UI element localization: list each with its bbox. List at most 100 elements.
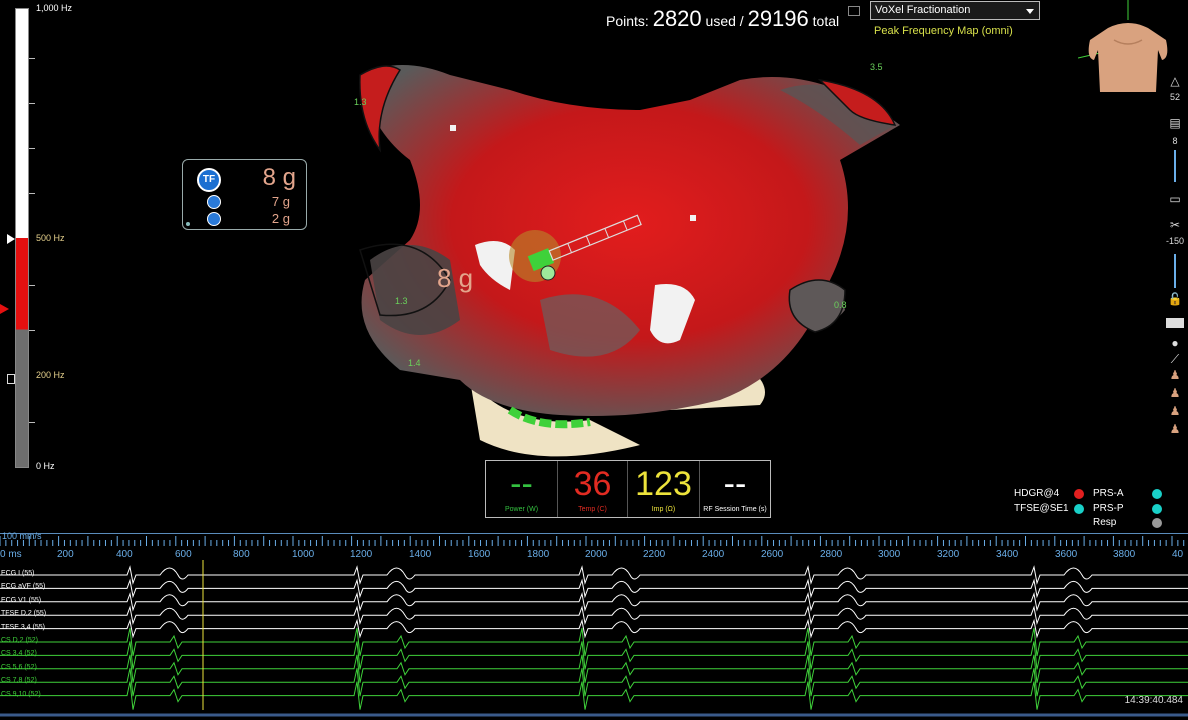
- toolbar-value-low: -150: [1165, 236, 1184, 246]
- scale-tick: [29, 148, 35, 149]
- channel-label: ECG I (55): [1, 570, 35, 577]
- sphere-icon[interactable]: ●: [1166, 336, 1184, 350]
- scale-top-label: 1,000 Hz: [36, 3, 73, 13]
- ecg-trace: [0, 591, 1188, 612]
- time-ruler-ticks: [0, 536, 1185, 546]
- legend-label: PRS-A: [1093, 488, 1124, 499]
- cyan-dot: [1152, 489, 1162, 499]
- opacity-slider[interactable]: [1174, 150, 1176, 182]
- window-icon[interactable]: [1166, 318, 1184, 328]
- torso-view-icon[interactable]: ♟: [1166, 368, 1184, 382]
- clock: 14:39:40.484: [1124, 695, 1183, 706]
- catheter-tip: [540, 265, 556, 281]
- channel-label: CS 5,6 (52): [1, 663, 37, 671]
- gray-dot: [1152, 518, 1162, 528]
- scale-lower-label: 200 Hz: [36, 370, 65, 380]
- time-tick-label: 1000: [292, 549, 315, 560]
- time-ruler[interactable]: 100 mm/s 0 ms 200 400 600 800 1000 1200 1400 160…: [0, 531, 1188, 561]
- time-tick-label: 3200: [937, 549, 960, 560]
- session-label: RF Session Time (s): [703, 506, 767, 513]
- channel-label: ECG V1 (55): [1, 596, 42, 604]
- legend-label: Resp: [1093, 517, 1117, 528]
- scale-tick: [29, 330, 35, 331]
- impedance-cell: 123 Imp (Ω): [628, 461, 700, 517]
- power-label: Power (W): [504, 506, 539, 513]
- time-tick-label: 1400: [409, 549, 432, 560]
- upper-threshold-handle[interactable]: [7, 234, 15, 244]
- channel-label: CS 9,10 (52): [1, 690, 41, 698]
- time-tick-label: 3600: [1055, 549, 1078, 560]
- left-atrium-shell: [360, 65, 900, 416]
- scar-dot: [450, 125, 456, 131]
- map-type-select[interactable]: VoXel Fractionation: [870, 1, 1040, 20]
- ecg-trace: [0, 641, 1188, 670]
- time-tick-label: 3000: [878, 549, 901, 560]
- time-tick-label: 1200: [350, 549, 373, 560]
- torso-view-icon[interactable]: ♟: [1166, 422, 1184, 436]
- total-force: 8 g: [262, 164, 296, 191]
- torso-view-icon[interactable]: ♟: [1166, 386, 1184, 400]
- resize-handle[interactable]: [186, 222, 190, 226]
- layers-icon[interactable]: ▤: [1166, 116, 1184, 130]
- time-tick-label: 600: [175, 549, 192, 560]
- points-total-label: total: [812, 13, 840, 29]
- catheter-icon[interactable]: ⟋: [1166, 352, 1184, 366]
- catheter-legend: HDGR@4 PRS-A TFSE@SE1 PRS-P Resp: [1012, 487, 1172, 532]
- ecg-trace: [0, 605, 1188, 626]
- time-tick-label: 3400: [996, 549, 1019, 560]
- channel-label: CS D,2 (52): [1, 637, 38, 644]
- temp-value: 36: [573, 465, 612, 503]
- red-dot: [1074, 489, 1084, 499]
- scar-dot: [690, 215, 696, 221]
- tag-icon[interactable]: ▭: [1166, 192, 1184, 206]
- power-value: --: [510, 465, 533, 503]
- power-cell: -- Power (W): [486, 461, 558, 517]
- map-type-value: VoXel Fractionation: [875, 4, 971, 16]
- contact-force-widget: TF 8 g 7 g 2 g: [182, 159, 307, 230]
- 3d-anatomy-map[interactable]: 1.3 3.5 1.3 1.4 0.8: [340, 50, 920, 470]
- ecg-waveforms: [0, 560, 1188, 717]
- depth-slider[interactable]: [1174, 254, 1176, 288]
- right-toolbar: △ 52 ▤ 8 ▭ ✂ -150 🔓 ● ⟋ ♟ ♟ ♟ ♟: [1162, 74, 1188, 444]
- time-tick-label: 200: [57, 549, 74, 560]
- axial-force-icon: [207, 195, 221, 209]
- time-tick-label: 1800: [527, 549, 550, 560]
- lower-threshold-handle[interactable]: [7, 374, 15, 384]
- impedance-label: Imp (Ω): [651, 506, 676, 513]
- toolbar-value-mid: 8: [1172, 136, 1178, 146]
- ecg-trace: [0, 578, 1188, 599]
- lock-icon[interactable]: 🔓: [1166, 292, 1184, 306]
- ecg-trace: [0, 627, 1188, 657]
- ecg-trace: [0, 565, 1188, 585]
- mountain-icon[interactable]: △: [1166, 74, 1184, 88]
- map-window-icon[interactable]: [848, 6, 860, 16]
- scale-bottom-label: 0 Hz: [36, 461, 55, 471]
- time-tick-label: 400: [116, 549, 133, 560]
- time-tick-label: 2200: [643, 549, 666, 560]
- channel-label: CS 3,4 (52): [1, 650, 37, 658]
- time-tick-label: 800: [233, 549, 250, 560]
- session-value: --: [723, 465, 747, 503]
- sweep-speed: 100 mm/s: [2, 531, 42, 541]
- time-tick-label: 2800: [820, 549, 843, 560]
- tf-badge: TF: [197, 168, 221, 192]
- legend-label: HDGR@4: [1014, 488, 1060, 499]
- legend-label: PRS-P: [1093, 503, 1124, 514]
- channel-label: TFSE D,2 (55): [1, 610, 47, 618]
- channel-label: ECG aVF (55): [1, 583, 46, 591]
- channel-label: TFSE 3,4 (55): [1, 623, 45, 631]
- torso-view-icon[interactable]: ♟: [1166, 404, 1184, 418]
- rf-generator-panel: -- Power (W) 36 Temp (C) 123 Imp (Ω) -- …: [485, 460, 771, 518]
- cyan-dot: [1152, 504, 1162, 514]
- force-label-3d: 8 g: [437, 263, 474, 293]
- region-label: 0.8: [834, 300, 847, 310]
- scale-tick: [29, 103, 35, 104]
- scale-tick: [29, 193, 35, 194]
- points-counter: Points: 2820 used / 29196 total: [606, 6, 839, 32]
- frequency-scale[interactable]: 1,000 Hz 500 Hz 200 Hz 0 Hz: [0, 0, 80, 480]
- scissors-icon[interactable]: ✂: [1166, 218, 1184, 232]
- toolbar-value-top: 52: [1169, 92, 1180, 102]
- legend-label: TFSE@SE1: [1014, 503, 1069, 514]
- scale-tick: [29, 422, 35, 423]
- points-total: 29196: [747, 6, 809, 31]
